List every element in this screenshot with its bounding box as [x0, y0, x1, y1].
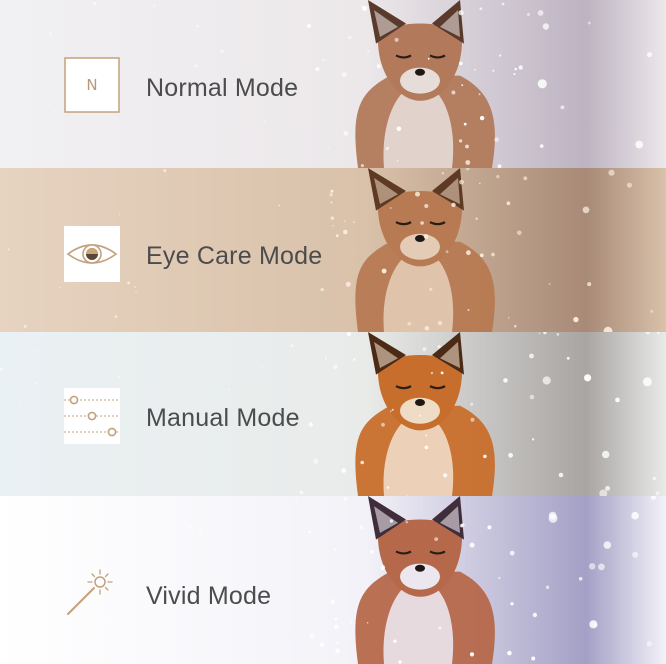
mode-label: Eye Care Mode — [146, 242, 323, 270]
mode-label: Manual Mode — [146, 404, 300, 432]
mode-row-normal[interactable]: N Normal Mode — [0, 0, 666, 168]
eye-icon — [64, 226, 120, 282]
mode-label: Normal Mode — [146, 74, 299, 102]
letter-n-icon: N — [64, 57, 120, 113]
mode-row-eye-care[interactable]: Eye Care Mode — [0, 168, 666, 332]
mode-row-manual[interactable]: Manual Mode — [0, 332, 666, 496]
sliders-icon — [64, 388, 120, 444]
mode-row-vivid[interactable]: Vivid Mode — [0, 496, 666, 664]
mode-label: Vivid Mode — [146, 582, 272, 610]
display-modes-panel: N Normal Mode Eye Care Mode Manual Mode … — [0, 0, 666, 664]
magic-wand-icon — [64, 566, 120, 622]
